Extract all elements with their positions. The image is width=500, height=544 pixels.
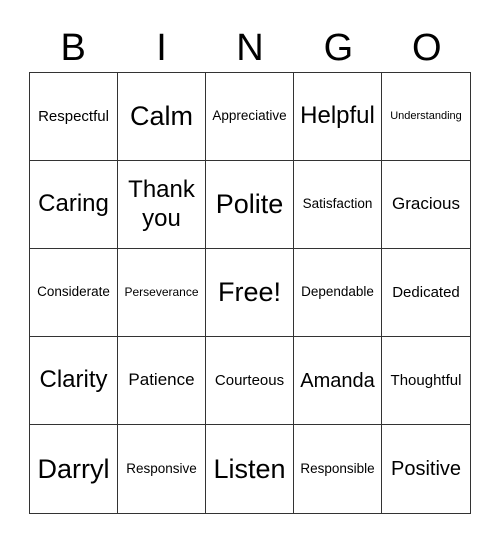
bingo-cell[interactable]: Thoughtful [382,337,470,425]
bingo-cell[interactable]: Considerate [30,249,118,337]
bingo-cell[interactable]: Appreciative [206,73,294,161]
bingo-cell[interactable]: Clarity [30,337,118,425]
bingo-cell[interactable]: Responsible [294,425,382,513]
bingo-header: B I N G O [29,26,471,70]
bingo-cell[interactable]: Helpful [294,73,382,161]
bingo-cell[interactable]: Amanda [294,337,382,425]
free-space[interactable]: Free! [206,249,294,337]
header-letter: G [323,27,354,69]
bingo-cell[interactable]: Calm [118,73,206,161]
header-letter: B [60,27,86,69]
bingo-cell[interactable]: Listen [206,425,294,513]
bingo-cell[interactable]: Patience [118,337,206,425]
bingo-cell[interactable]: Thank you [118,161,206,249]
bingo-cell[interactable]: Satisfaction [294,161,382,249]
header-letter: N [236,27,264,69]
bingo-cell[interactable]: Perseverance [118,249,206,337]
bingo-cell[interactable]: Darryl [30,425,118,513]
bingo-cell[interactable]: Dependable [294,249,382,337]
bingo-cell[interactable]: Positive [382,425,470,513]
bingo-cell[interactable]: Understanding [382,73,470,161]
header-letter: I [156,27,167,69]
bingo-grid: Respectful Calm Appreciative Helpful Und… [29,72,471,514]
header-letter: O [411,27,442,69]
bingo-cell[interactable]: Polite [206,161,294,249]
bingo-cell[interactable]: Respectful [30,73,118,161]
bingo-cell[interactable]: Responsive [118,425,206,513]
bingo-cell[interactable]: Dedicated [382,249,470,337]
bingo-cell[interactable]: Caring [30,161,118,249]
bingo-cell[interactable]: Gracious [382,161,470,249]
bingo-cell[interactable]: Courteous [206,337,294,425]
